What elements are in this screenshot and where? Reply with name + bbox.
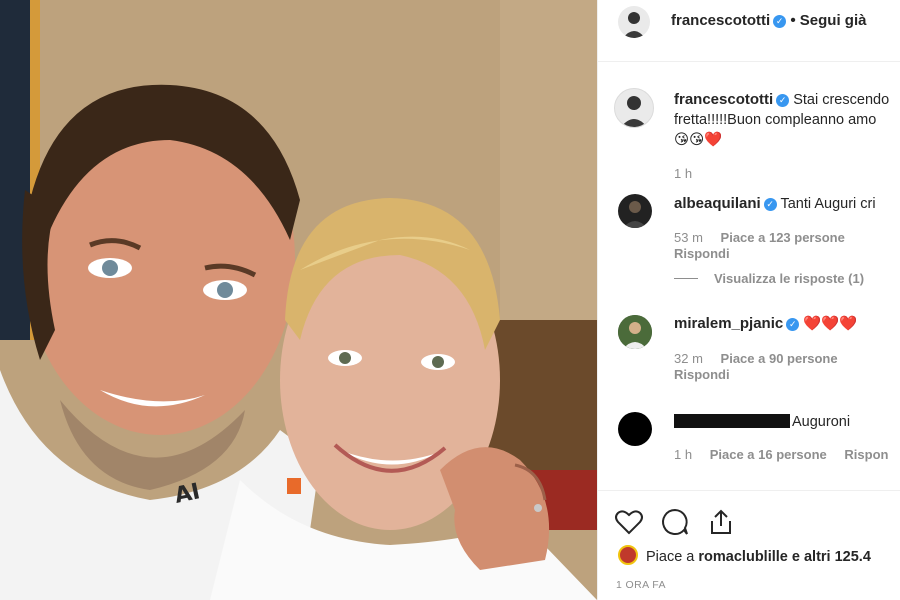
view-replies-label[interactable]: Visualizza le risposte (1) <box>714 271 864 286</box>
comment-avatar-image <box>618 315 652 349</box>
comment-text: Tanti Auguri cri <box>780 196 876 212</box>
author-username[interactable]: francescototti <box>671 12 770 29</box>
post-header: francescototti ✓ • Segui già <box>598 0 900 62</box>
separator-dot: • <box>790 12 796 29</box>
liked-by-suffix[interactable]: e altri 125.4 <box>792 549 871 565</box>
comment-icon[interactable] <box>660 507 690 537</box>
caption-avatar-image <box>621 96 647 127</box>
caption-emojis: 😘😘❤️ <box>674 132 723 148</box>
caption-line-1: francescototti ✓ Stai crescendo <box>674 90 889 110</box>
reply-button[interactable]: Rispondi <box>674 246 730 261</box>
redacted-username <box>674 414 790 428</box>
comment-avatar[interactable] <box>618 194 652 228</box>
comment-row: Auguroni <box>674 412 850 432</box>
comment-meta: 1 h Piace a 16 persone Rispon <box>674 447 888 462</box>
caption-author-avatar[interactable] <box>614 88 654 128</box>
liked-by-line: Piace a romaclublille e altri 125.4 <box>618 545 871 565</box>
liked-by-user[interactable]: romaclublille <box>698 549 787 565</box>
verified-badge-icon: ✓ <box>763 198 777 211</box>
share-icon[interactable] <box>706 507 736 537</box>
reply-button[interactable]: Rispondi <box>674 367 730 382</box>
caption-author[interactable]: francescototti <box>674 91 773 108</box>
post-photo-illustration: AI <box>0 0 597 600</box>
follow-status-button[interactable]: Segui già <box>800 12 867 29</box>
comment-time[interactable]: 53 m <box>674 230 703 245</box>
header-text: francescototti ✓ • Segui già <box>671 12 866 30</box>
comment-time[interactable]: 1 h <box>674 447 692 462</box>
comment-author[interactable]: albeaquilani <box>674 195 761 212</box>
reply-label[interactable]: Rispondi <box>674 246 730 261</box>
verified-badge-icon: ✓ <box>773 15 787 28</box>
comment-time[interactable]: 32 m <box>674 351 703 366</box>
post-side-panel: francescototti ✓ • Segui già francescototti… <box>597 0 900 600</box>
comment-likes[interactable]: Piace a 123 persone <box>721 230 845 245</box>
comment-row: miralem_pjanic ✓ ❤️❤️❤️ <box>674 314 857 334</box>
caption-line-2: fretta!!!!!Buon compleanno amo <box>674 112 877 128</box>
comment-row: albeaquilani ✓ Tanti Auguri cri <box>674 194 876 214</box>
comment-avatar-image <box>623 201 647 228</box>
author-avatar[interactable] <box>618 6 650 38</box>
comment-avatar[interactable] <box>618 315 652 349</box>
replies-divider <box>674 278 698 279</box>
post-photo[interactable]: AI <box>0 0 597 600</box>
comment-likes[interactable]: Piace a 16 persone <box>710 447 827 462</box>
comment-meta: 53 m Piace a 123 persone <box>674 230 845 245</box>
svg-text:AI: AI <box>172 479 202 509</box>
post-time-ago[interactable]: 1 ORA FA <box>616 579 666 591</box>
comment-text: ❤️❤️❤️ <box>803 316 858 332</box>
author-avatar-image <box>623 12 645 38</box>
actions-bar: Piace a romaclublille e altri 125.4 1 OR… <box>598 490 900 600</box>
heart-icon[interactable] <box>614 507 644 537</box>
reply-label[interactable]: Rispondi <box>674 367 730 382</box>
comment-meta: 32 m Piace a 90 persone <box>674 351 838 366</box>
verified-badge-icon: ✓ <box>786 318 800 331</box>
caption-time[interactable]: 1 h <box>674 166 692 181</box>
comment-avatar[interactable] <box>618 412 652 446</box>
verified-badge-icon: ✓ <box>776 94 790 107</box>
liker-avatar[interactable] <box>618 545 638 565</box>
caption-text-1: Stai crescendo <box>793 92 890 108</box>
comment-text: Auguroni <box>792 414 851 430</box>
view-replies[interactable]: Visualizza le risposte (1) <box>674 271 864 286</box>
liked-by-prefix: Piace a <box>646 549 695 565</box>
reply-label[interactable]: Rispon <box>844 447 888 462</box>
comment-author[interactable]: miralem_pjanic <box>674 315 783 332</box>
comment-likes[interactable]: Piace a 90 persone <box>721 351 838 366</box>
